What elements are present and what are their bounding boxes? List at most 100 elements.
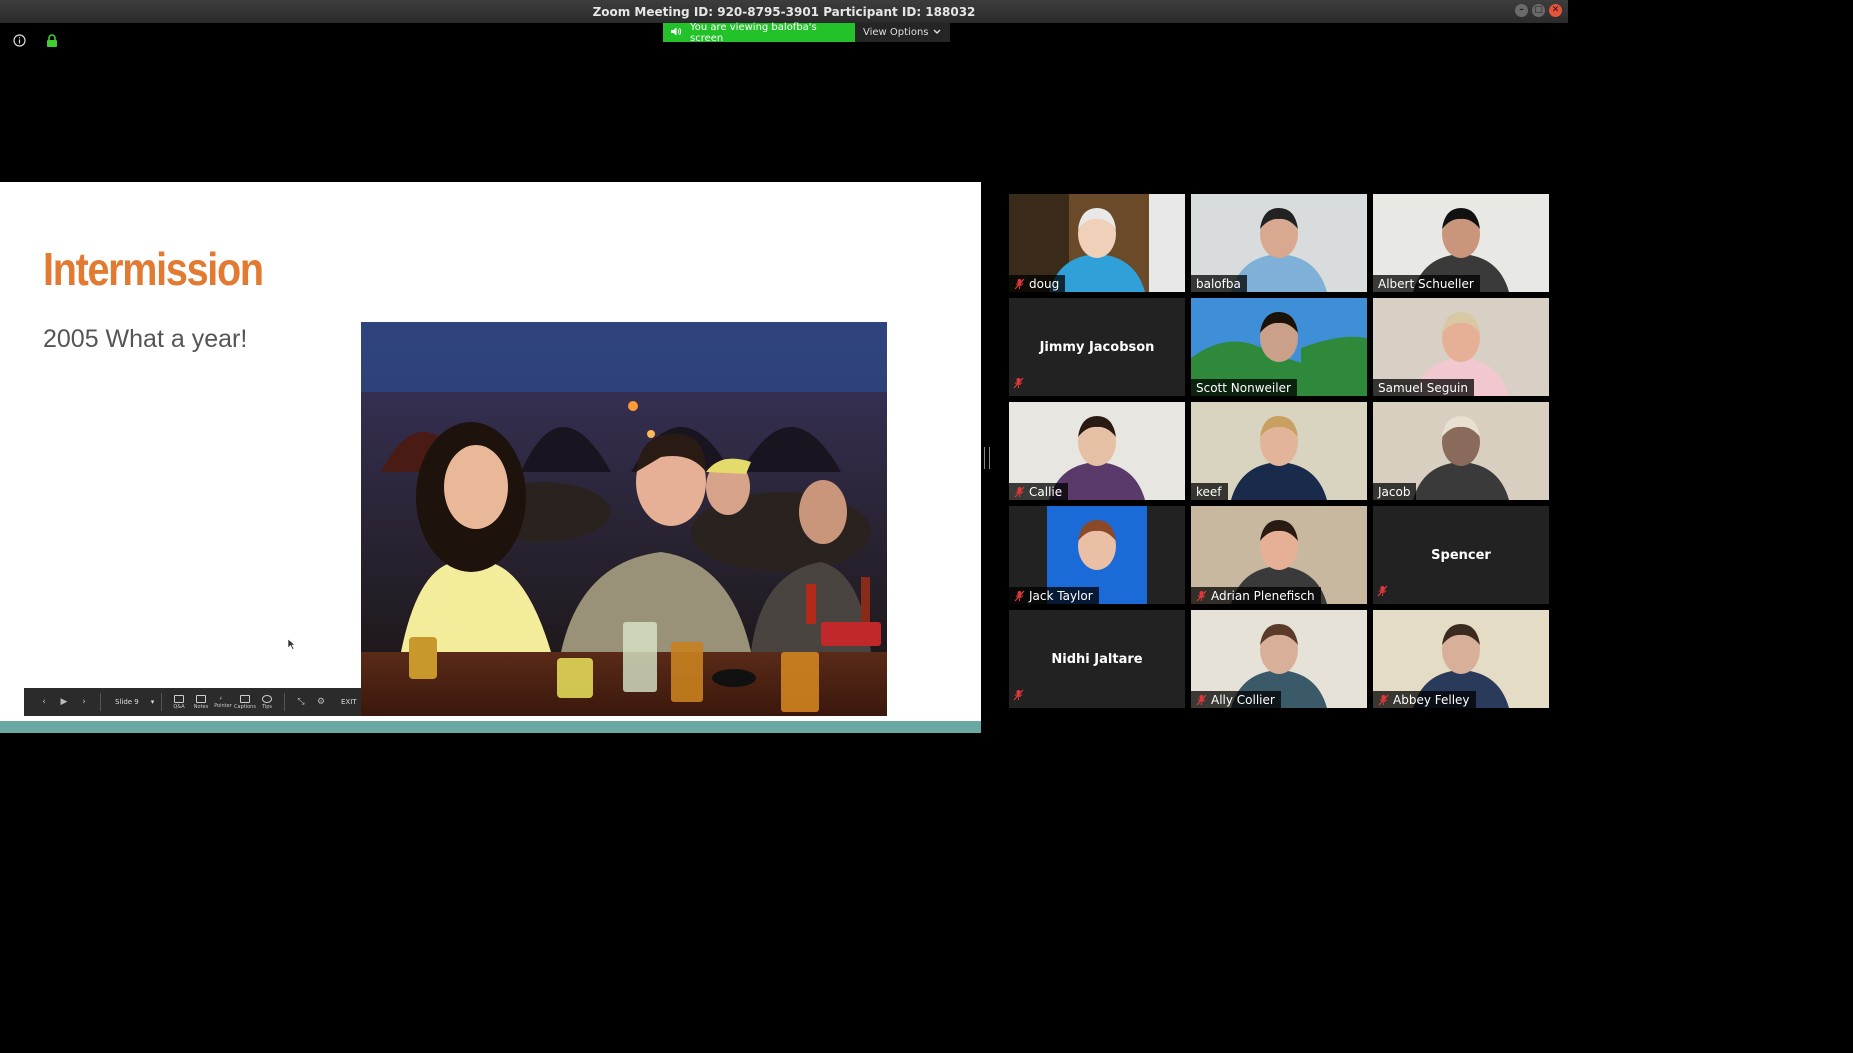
participant-name: balofba <box>1196 276 1241 291</box>
notes-button[interactable]: Notes <box>190 694 212 710</box>
qa-label: Q&A <box>173 703 185 710</box>
gear-icon[interactable]: ⚙ <box>311 697 331 707</box>
captions-icon <box>240 694 250 703</box>
participant-name: Scott Nonweiler <box>1196 380 1291 395</box>
participant-name-label: Ally Collier <box>1191 691 1281 708</box>
participant-tile[interactable]: Jack Taylor <box>1009 506 1185 604</box>
viewing-text: You are viewing balofba's screen <box>690 21 817 44</box>
previous-slide-button[interactable]: ‹ <box>34 697 54 707</box>
slide-subtitle: 2005 What a year! <box>43 325 248 353</box>
chevron-down-icon <box>933 27 941 38</box>
participant-mute-indicator <box>1377 582 1388 601</box>
participant-name: Callie <box>1029 484 1063 499</box>
participant-tile[interactable]: Albert Schueller <box>1373 194 1549 292</box>
participant-name-center: Spencer <box>1431 547 1491 563</box>
muted-mic-icon <box>1014 590 1025 601</box>
view-options-label: View Options <box>863 27 929 38</box>
slide-number: Slide 9 <box>115 698 139 706</box>
fullscreen-exit-icon[interactable]: ⤡ <box>291 697 311 707</box>
muted-mic-icon <box>1196 694 1207 705</box>
speaker-icon <box>671 27 682 39</box>
participant-mute-indicator <box>1013 374 1024 393</box>
tips-label: Tips <box>261 703 273 710</box>
tips-icon <box>262 694 272 703</box>
participant-tile[interactable]: doug <box>1009 194 1185 292</box>
participant-name: Adrian Plenefisch <box>1211 588 1315 603</box>
pointer-icon: ⚡ <box>219 695 223 702</box>
toolbar-divider <box>100 693 101 711</box>
tips-button[interactable]: Tips <box>256 694 278 710</box>
participant-tile[interactable]: Scott Nonweiler <box>1191 298 1367 396</box>
participant-name-label: Jack Taylor <box>1009 587 1099 604</box>
mouse-cursor-icon <box>288 639 296 650</box>
slide-photo <box>361 322 887 716</box>
presenter-toolbar: ‹ ▶ › Slide 9 ▾ Q&A Notes ⚡ Pointer Captio… <box>24 688 361 716</box>
participant-tile[interactable]: Abbey Felley <box>1373 610 1549 708</box>
play-button[interactable]: ▶ <box>54 697 74 707</box>
pointer-button[interactable]: ⚡ Pointer <box>212 696 234 709</box>
panel-splitter-handle[interactable] <box>984 447 990 469</box>
muted-mic-icon <box>1377 585 1388 597</box>
participant-name-center: Nidhi Jaltare <box>1051 651 1143 667</box>
participant-tile[interactable]: keef <box>1191 402 1367 500</box>
maximize-button[interactable]: □ <box>1532 4 1545 17</box>
muted-mic-icon <box>1013 689 1024 701</box>
participant-name-label: Scott Nonweiler <box>1191 379 1297 396</box>
toolbar-divider <box>284 693 285 711</box>
participant-tile[interactable]: Samuel Seguin <box>1373 298 1549 396</box>
lock-icon[interactable] <box>45 33 59 47</box>
participant-name-center: Jimmy Jacobson <box>1039 339 1155 355</box>
participant-tile[interactable]: Nidhi Jaltare <box>1009 610 1185 708</box>
participant-name-label: Callie <box>1009 483 1069 500</box>
zoom-window: Zoom Meeting ID: 920-8795-3901 Participa… <box>0 0 1568 891</box>
participant-name-label: keef <box>1191 483 1228 500</box>
participant-name-label: Adrian Plenefisch <box>1191 587 1321 604</box>
screen-share-banner: You are viewing balofba's screen View Op… <box>663 21 950 44</box>
participant-tile[interactable]: Jimmy Jacobson <box>1009 298 1185 396</box>
muted-mic-icon <box>1378 694 1389 705</box>
muted-mic-icon <box>1013 377 1024 389</box>
participant-gallery: doug balofba Albert Schueller Jimmy Jacobso… <box>1009 194 1550 708</box>
participant-name: doug <box>1029 276 1060 291</box>
muted-mic-icon <box>1196 590 1207 601</box>
qa-button[interactable]: Q&A <box>168 694 190 710</box>
window-title: Zoom Meeting ID: 920-8795-3901 Participa… <box>592 4 976 19</box>
participant-name-label: doug <box>1009 275 1066 292</box>
participant-name: Abbey Felley <box>1393 692 1470 707</box>
participant-tile[interactable]: Callie <box>1009 402 1185 500</box>
participant-tile[interactable]: Adrian Plenefisch <box>1191 506 1367 604</box>
participant-name: Albert Schueller <box>1378 276 1474 291</box>
slide-accent-bar <box>0 721 981 733</box>
participant-tile[interactable]: Spencer <box>1373 506 1549 604</box>
participant-name: keef <box>1196 484 1222 499</box>
toolbar-divider <box>161 693 162 711</box>
participant-name-label: Samuel Seguin <box>1373 379 1474 396</box>
qa-icon <box>174 694 184 703</box>
participant-name: Ally Collier <box>1211 692 1275 707</box>
participant-tile[interactable]: Ally Collier <box>1191 610 1367 708</box>
participant-name: Samuel Seguin <box>1378 380 1468 395</box>
participant-name-label: Jacob <box>1373 483 1417 500</box>
info-icon[interactable] <box>12 33 26 47</box>
viewing-status: You are viewing balofba's screen <box>663 21 855 44</box>
participant-mute-indicator <box>1013 686 1024 705</box>
title-bar: Zoom Meeting ID: 920-8795-3901 Participa… <box>0 0 1568 23</box>
notes-icon <box>196 694 206 703</box>
view-options-button[interactable]: View Options <box>855 23 950 42</box>
chevron-down-icon: ▾ <box>150 698 155 706</box>
pointer-label: Pointer <box>214 702 232 709</box>
close-button[interactable]: ✕ <box>1549 4 1562 17</box>
participant-tile[interactable]: Jacob <box>1373 402 1549 500</box>
notes-label: Notes <box>193 703 209 710</box>
exit-button[interactable]: EXIT <box>341 698 357 706</box>
next-slide-button[interactable]: › <box>74 697 94 707</box>
captions-button[interactable]: Captions <box>234 694 256 710</box>
participant-name-label: balofba <box>1191 275 1247 292</box>
participant-name: Jack Taylor <box>1029 588 1093 603</box>
participant-tile[interactable]: balofba <box>1191 194 1367 292</box>
minimize-button[interactable]: – <box>1515 4 1528 17</box>
muted-mic-icon <box>1014 486 1025 497</box>
shared-screen: Intermission 2005 What a year! ‹ ▶ › Sli… <box>0 182 981 733</box>
slide-title: Intermission <box>43 243 264 295</box>
slide-selector[interactable]: Slide 9 ▾ <box>115 698 155 706</box>
